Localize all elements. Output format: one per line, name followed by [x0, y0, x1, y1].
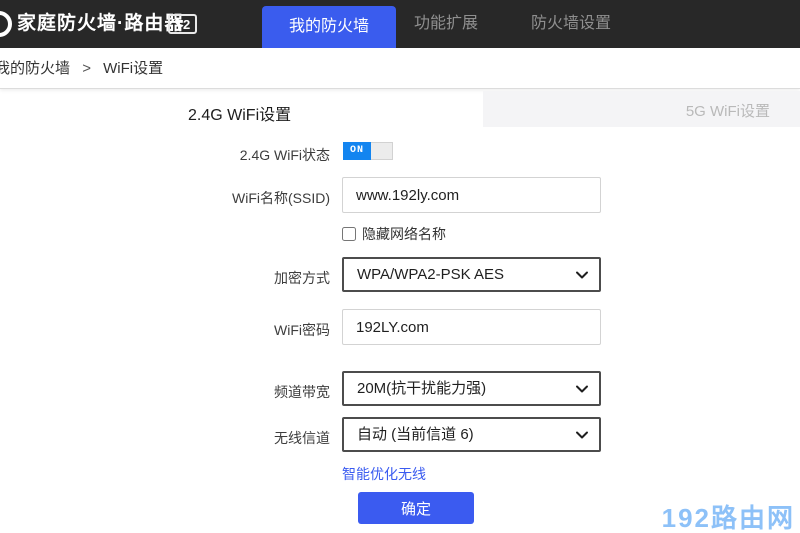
encryption-select[interactable]: WPA/WPA2-PSK AES [342, 257, 601, 292]
nav-tab-extensions[interactable]: 功能扩展 [396, 0, 496, 48]
nav-tab-firewall-settings[interactable]: 防火墙设置 [513, 0, 629, 48]
breadcrumb-bar: 我的防火墙 > WiFi设置 [0, 48, 800, 89]
breadcrumb-parent[interactable]: 我的防火墙 [0, 60, 70, 77]
bandwidth-select[interactable]: 20M(抗干扰能力强) [342, 371, 601, 406]
tab-5g-wifi[interactable]: 5G WiFi设置 [483, 91, 800, 127]
ssid-input[interactable] [342, 177, 601, 213]
chevron-down-icon [575, 382, 589, 396]
channel-label: 无线信道 [130, 428, 330, 448]
wifi-settings-page: 家庭防火墙·路由器 T2 我的防火墙 功能扩展 防火墙设置 我的防火墙 > Wi… [0, 0, 800, 533]
bandwidth-select-value: 20M(抗干扰能力强) [357, 380, 486, 397]
tab-5g-wifi-label: 5G WiFi设置 [686, 100, 770, 121]
wifi-status-toggle[interactable]: ON [343, 142, 393, 160]
tab-24g-wifi[interactable]: 2.4G WiFi设置 [188, 101, 291, 125]
nav-tab-my-firewall[interactable]: 我的防火墙 [262, 6, 396, 48]
password-label: WiFi密码 [130, 320, 330, 340]
toggle-knob [371, 142, 393, 160]
wifi-status-label: 2.4G WiFi状态 [130, 145, 330, 165]
breadcrumb: 我的防火墙 > WiFi设置 [0, 48, 163, 89]
channel-select-value: 自动 (当前信道 6) [357, 426, 474, 443]
main-nav: 我的防火墙 功能扩展 防火墙设置 [262, 0, 629, 48]
model-badge: T2 [168, 14, 197, 34]
site-watermark: 192路由网 [662, 498, 795, 533]
brand-logo-icon [0, 11, 12, 37]
chevron-down-icon [575, 428, 589, 442]
hide-network-label[interactable]: 隐藏网络名称 [362, 224, 446, 244]
breadcrumb-separator: > [82, 60, 91, 77]
hide-network-checkbox[interactable] [342, 227, 356, 241]
brand-title: 家庭防火墙·路由器 [17, 0, 184, 48]
chevron-down-icon [575, 268, 589, 282]
channel-select[interactable]: 自动 (当前信道 6) [342, 417, 601, 452]
wifi-password-input[interactable] [342, 309, 601, 345]
toggle-on-segment: ON [343, 142, 371, 160]
ssid-label: WiFi名称(SSID) [130, 188, 330, 208]
breadcrumb-current: WiFi设置 [103, 60, 163, 77]
bandwidth-label: 频道带宽 [130, 382, 330, 402]
top-header-bar: 家庭防火墙·路由器 T2 我的防火墙 功能扩展 防火墙设置 [0, 0, 800, 48]
encryption-label: 加密方式 [130, 268, 330, 288]
smart-optimize-link[interactable]: 智能优化无线 [342, 464, 426, 484]
hide-network-row: 隐藏网络名称 [342, 224, 446, 244]
encryption-select-value: WPA/WPA2-PSK AES [357, 266, 504, 283]
confirm-button[interactable]: 确定 [358, 492, 474, 524]
